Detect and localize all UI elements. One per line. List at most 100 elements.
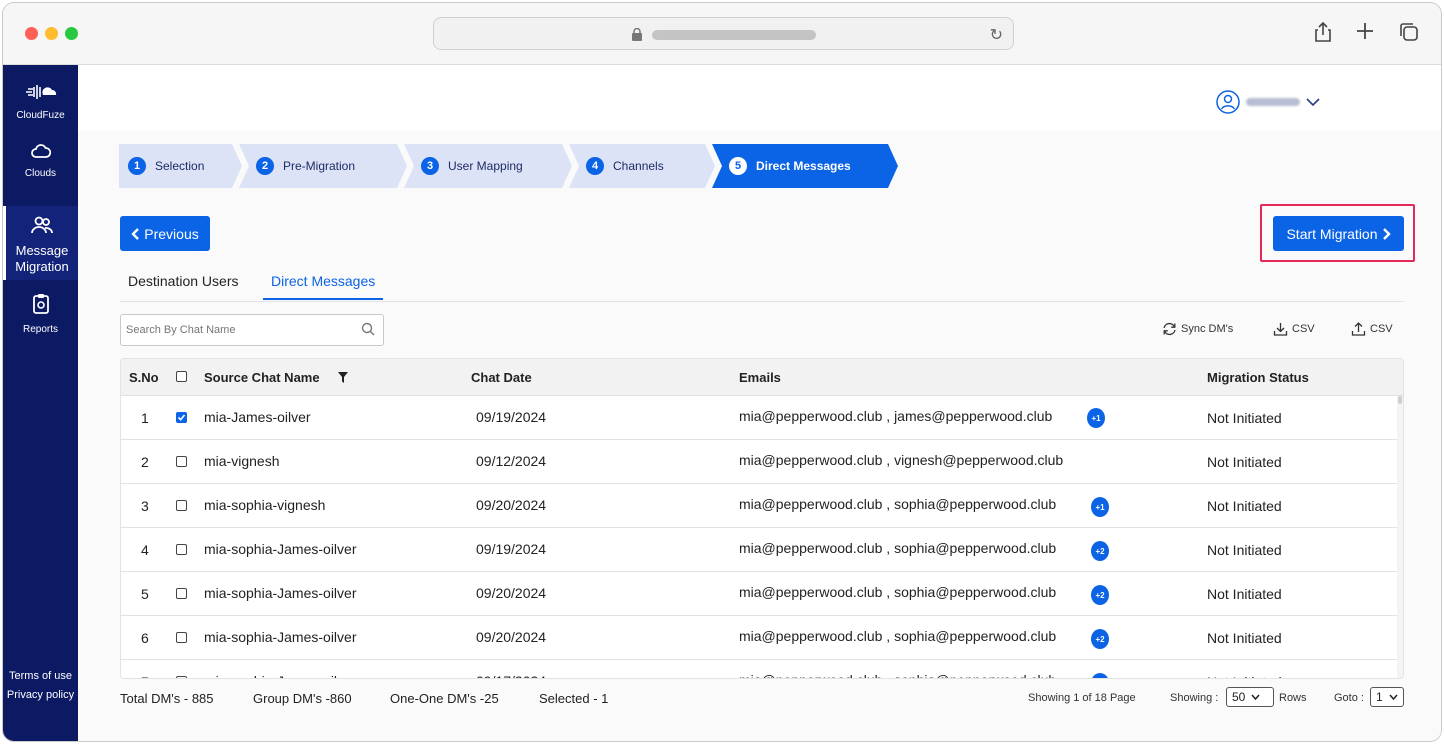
row-checkbox[interactable] [176, 456, 187, 467]
row-sno: 2 [141, 454, 149, 470]
user-menu[interactable] [1216, 90, 1320, 114]
sync-icon [1163, 322, 1176, 336]
rows-label: Rows [1279, 692, 1307, 704]
new-tab-icon[interactable] [1353, 21, 1377, 45]
step-number: 2 [256, 157, 274, 175]
privacy-link[interactable]: Privacy policy [3, 689, 78, 701]
step-label: Channels [613, 159, 664, 173]
row-source-chat-name: mia-James-oilver [204, 409, 311, 425]
chevron-left-icon [131, 227, 140, 240]
minimize-window-button[interactable] [45, 27, 58, 40]
total-dms: Total DM's - 885 [120, 691, 214, 706]
header-source-chat-name: Source Chat Name [204, 370, 320, 385]
main-content: 1 Selection 2 Pre-Migration 3 User Mappi… [78, 65, 1441, 741]
terms-link[interactable]: Terms of use [3, 670, 78, 682]
reload-icon[interactable]: ↻ [990, 25, 1003, 45]
row-source-chat-name: mia-sophia-James-oilver [204, 585, 357, 601]
search-icon[interactable] [361, 322, 375, 336]
download-icon [1273, 323, 1288, 336]
row-source-chat-name: mia-sophia-James-oilver [204, 673, 357, 678]
step-pre-migration[interactable]: 2 Pre-Migration [239, 144, 407, 188]
search-box [120, 314, 384, 346]
table-row[interactable]: 4 mia-sophia-James-oilver 09/19/2024 mia@pe… [121, 528, 1403, 572]
brand-logo[interactable]: CloudFuze [3, 83, 78, 121]
tab-destination-users[interactable]: Destination Users [128, 273, 239, 298]
close-window-button[interactable] [25, 27, 38, 40]
top-header [78, 65, 1441, 131]
share-icon[interactable] [1311, 21, 1335, 45]
showing-label: Showing : [1170, 692, 1219, 704]
row-chat-date: 09/19/2024 [476, 409, 547, 425]
row-emails: mia@pepperwood.club , sophia@pepperwood.… [739, 672, 1056, 678]
table-row[interactable]: 5 mia-sophia-James-oilver 09/20/2024 mia@pe… [121, 572, 1403, 616]
filter-icon[interactable] [338, 372, 348, 383]
table-row[interactable]: 2 mia-vignesh 09/12/2024 mia@pepperwood.clu… [121, 440, 1403, 484]
sidebar-item-reports[interactable]: Reports [3, 293, 78, 335]
goto-page-select[interactable]: 1 [1370, 687, 1404, 707]
step-user-mapping[interactable]: 3 User Mapping [404, 144, 572, 188]
step-direct-messages[interactable]: 5 Direct Messages [712, 144, 898, 188]
row-checkbox[interactable] [176, 588, 187, 599]
row-emails: mia@pepperwood.club , sophia@pepperwood.… [739, 496, 1057, 512]
row-migration-status: Not Initiated [1207, 542, 1282, 558]
table-row[interactable]: 3 mia-sophia-vignesh 09/20/2024 mia@pepperw… [121, 484, 1403, 528]
upload-csv-label: CSV [1370, 323, 1393, 335]
row-emails: mia@pepperwood.club , sophia@pepperwood.… [739, 540, 1057, 556]
row-source-chat-name: mia-sophia-vignesh [204, 497, 326, 513]
previous-label: Previous [144, 225, 199, 242]
tab-direct-messages[interactable]: Direct Messages [263, 273, 384, 300]
table-row[interactable]: 6 mia-sophia-James-oilver 09/20/2024 mia@pe… [121, 616, 1403, 660]
download-csv-button[interactable]: CSV [1273, 322, 1315, 336]
table-row[interactable]: 7 mia-sophia-James-oilver 09/17/2024 mia@pe… [121, 660, 1403, 678]
maximize-window-button[interactable] [65, 27, 78, 40]
header-emails: Emails [739, 370, 781, 385]
one-one-dms: One-One DM's -25 [390, 691, 499, 706]
row-chat-date: 09/17/2024 [476, 673, 546, 678]
search-input[interactable] [121, 315, 351, 345]
row-sno: 5 [141, 586, 149, 602]
sync-dms-button[interactable]: Sync DM's [1162, 322, 1233, 336]
extra-emails-badge[interactable]: +2 [1091, 673, 1109, 678]
extra-emails-badge[interactable]: +2 [1091, 629, 1109, 649]
step-channels[interactable]: 4 Channels [569, 144, 715, 188]
chevron-right-icon [1382, 227, 1391, 240]
row-migration-status: Not Initiated [1207, 674, 1282, 678]
extra-emails-badge[interactable]: +1 [1087, 408, 1105, 428]
scrollbar-thumb[interactable] [1398, 396, 1402, 404]
header-sno: S.No [129, 370, 159, 385]
row-chat-date: 09/20/2024 [476, 629, 547, 645]
table-scrollbar[interactable] [1397, 396, 1403, 678]
select-all-checkbox[interactable] [176, 371, 187, 382]
tabs-overview-icon[interactable] [1397, 21, 1421, 45]
extra-emails-badge[interactable]: +1 [1091, 497, 1109, 517]
row-chat-date: 09/12/2024 [476, 453, 547, 469]
row-sno: 1 [141, 410, 149, 426]
row-sno: 6 [141, 630, 149, 646]
sidebar-item-label: Reports [22, 324, 58, 335]
sidebar-item-message-migration[interactable]: Message Migration [3, 206, 78, 280]
sidebar: CloudFuze Clouds Message Migration Repor… [3, 65, 78, 741]
extra-emails-badge[interactable]: +2 [1091, 585, 1109, 605]
row-emails: mia@pepperwood.club , sophia@pepperwood.… [739, 628, 1057, 644]
view-tabs: Destination Users Direct Messages [120, 265, 1404, 302]
previous-button[interactable]: Previous [120, 216, 210, 251]
extra-emails-badge[interactable]: +2 [1091, 541, 1109, 561]
upload-csv-button[interactable]: CSV [1351, 322, 1393, 336]
address-bar[interactable]: ↻ [433, 17, 1014, 50]
row-source-chat-name: mia-sophia-James-oilver [204, 541, 357, 557]
sidebar-item-clouds[interactable]: Clouds [3, 143, 78, 179]
row-checkbox[interactable] [176, 412, 187, 423]
start-migration-button[interactable]: Start Migration [1273, 216, 1404, 251]
goto-label: Goto : [1334, 692, 1364, 704]
sidebar-item-label: Clouds [24, 168, 57, 179]
row-checkbox[interactable] [176, 500, 187, 511]
brand-name: CloudFuze [16, 110, 65, 121]
step-selection[interactable]: 1 Selection [119, 144, 242, 188]
row-checkbox[interactable] [176, 632, 187, 643]
row-checkbox[interactable] [176, 544, 187, 555]
row-checkbox[interactable] [176, 676, 187, 678]
upload-icon [1351, 322, 1366, 336]
rows-per-page-select[interactable]: 50 [1226, 687, 1274, 707]
table-row[interactable]: 1 mia-James-oilver 09/19/2024 mia@pepperwoo… [121, 396, 1403, 440]
sync-label: Sync DM's [1181, 323, 1234, 335]
